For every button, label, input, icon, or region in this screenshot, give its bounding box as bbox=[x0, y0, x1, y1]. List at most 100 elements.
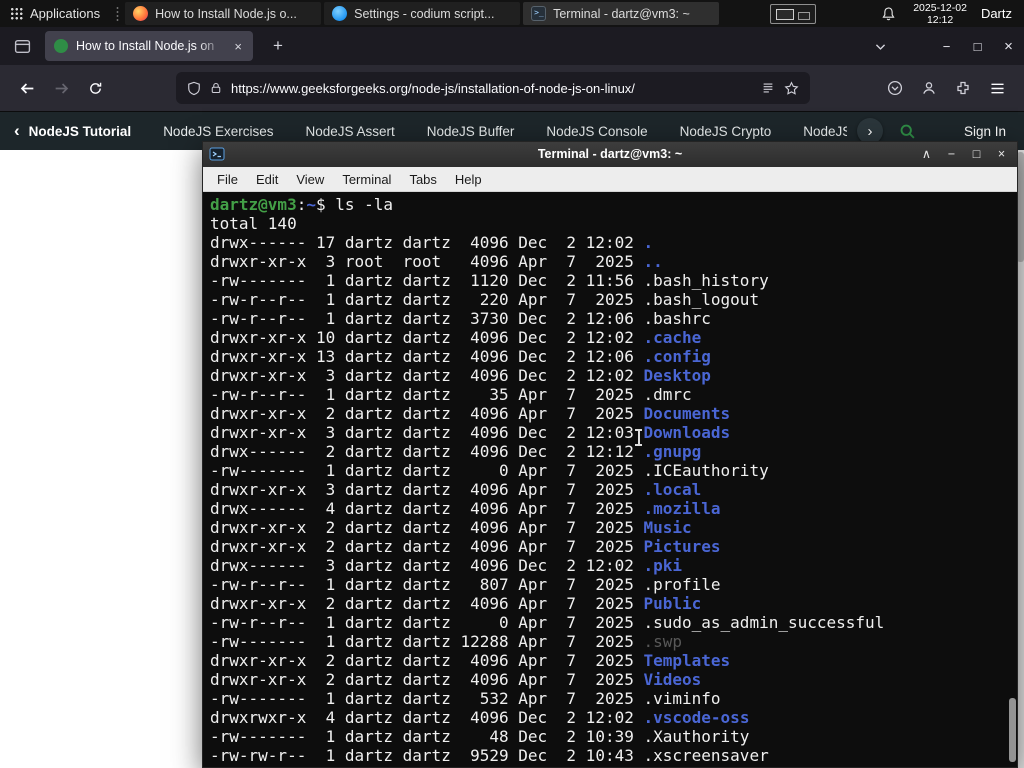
terminal-menu-item[interactable]: File bbox=[208, 167, 247, 192]
firefox-view-button[interactable] bbox=[14, 38, 31, 55]
terminal-text-segment: drwxr-xr-x 2 dartz dartz 4096 Apr 7 2025 bbox=[210, 670, 644, 689]
terminal-text-segment: -rw-r--r-- 1 dartz dartz 35 Apr 7 2025 .… bbox=[210, 385, 692, 404]
terminal-line: drwxr-xr-x 2 dartz dartz 4096 Apr 7 2025… bbox=[210, 518, 1017, 537]
window-close-button[interactable]: × bbox=[993, 38, 1024, 55]
site-nav-item[interactable]: NodeJS Console bbox=[546, 124, 647, 139]
tab-close-button[interactable]: × bbox=[232, 39, 244, 54]
back-button[interactable] bbox=[10, 80, 44, 97]
applications-menu-button[interactable]: Applications bbox=[0, 0, 110, 27]
site-nav-item-tutorial[interactable]: NodeJS Tutorial bbox=[29, 124, 132, 139]
reader-view-icon[interactable] bbox=[761, 81, 775, 95]
terminal-menu-item[interactable]: View bbox=[287, 167, 333, 192]
terminal-text-segment: .pki bbox=[643, 556, 683, 575]
menu-button[interactable] bbox=[980, 82, 1014, 95]
site-nav-item[interactable]: NodeJS Buffer bbox=[427, 124, 515, 139]
terminal-text-segment: Desktop bbox=[643, 366, 711, 385]
panel-handle bbox=[115, 5, 121, 22]
site-nav-item[interactable]: NodeJS Exercises bbox=[163, 124, 273, 139]
list-all-tabs-button[interactable] bbox=[874, 40, 887, 53]
terminal-line: total 140 bbox=[210, 214, 1017, 233]
panel-time: 12:12 bbox=[926, 13, 954, 26]
terminal-output[interactable]: dartz@vm3:~$ ls -la total 140 drwx------ 1… bbox=[210, 195, 1017, 765]
terminal-menu-item[interactable]: Edit bbox=[247, 167, 287, 192]
terminal-text-segment: drwxr-xr-x 2 dartz dartz 4096 Apr 7 2025 bbox=[210, 537, 644, 556]
terminal-text-segment: drwxr-xr-x 10 dartz dartz 4096 Dec 2 12:… bbox=[210, 328, 644, 347]
terminal-line: -rw-r--r-- 1 dartz dartz 35 Apr 7 2025 .… bbox=[210, 385, 1017, 404]
terminal-text-segment: -rw-r--r-- 1 dartz dartz 3730 Dec 2 12:0… bbox=[210, 309, 711, 328]
browser-toolbar: https://www.geeksforgeeks.org/node-js/in… bbox=[0, 65, 1024, 112]
new-tab-button[interactable]: + bbox=[265, 36, 291, 56]
nav-scroll-left-button[interactable]: ‹ bbox=[14, 121, 20, 141]
terminal-text-segment: .vscode-oss bbox=[643, 708, 750, 727]
terminal-close-button[interactable]: × bbox=[989, 142, 1014, 167]
terminal-text-segment: -rw-r--r-- 1 dartz dartz 0 Apr 7 2025 .s… bbox=[210, 613, 885, 632]
taskbar-button-firefox[interactable]: How to Install Node.js o... bbox=[125, 2, 322, 25]
pocket-button[interactable] bbox=[878, 80, 912, 96]
notifications-button[interactable] bbox=[875, 6, 901, 22]
tracking-protection-shield-icon[interactable] bbox=[187, 81, 201, 96]
panel-user-label: Dartz bbox=[980, 6, 1012, 21]
terminal-text-segment: Music bbox=[643, 518, 692, 537]
terminal-window-controls: ∧ − □ × bbox=[914, 142, 1014, 167]
window-maximize-button[interactable]: □ bbox=[962, 39, 993, 54]
terminal-text-segment: .. bbox=[643, 252, 663, 271]
terminal-text-segment: dartz@vm3 bbox=[210, 195, 297, 214]
terminal-line: drwxr-xr-x 3 root root 4096 Apr 7 2025 .… bbox=[210, 252, 1017, 271]
mouse-text-cursor bbox=[634, 429, 643, 446]
terminal-line: drwxr-xr-x 10 dartz dartz 4096 Dec 2 12:… bbox=[210, 328, 1017, 347]
terminal-window: Terminal - dartz@vm3: ~ ∧ − □ × File Edit… bbox=[202, 141, 1018, 768]
terminal-text-segment: drwxr-xr-x 3 dartz dartz 4096 Apr 7 2025 bbox=[210, 480, 644, 499]
lock-icon[interactable] bbox=[210, 81, 222, 95]
terminal-line: drwxr-xr-x 2 dartz dartz 4096 Apr 7 2025… bbox=[210, 404, 1017, 423]
terminal-menu-item[interactable]: Tabs bbox=[400, 167, 445, 192]
terminal-line: -rw-r--r-- 1 dartz dartz 220 Apr 7 2025 … bbox=[210, 290, 1017, 309]
forward-button[interactable] bbox=[44, 80, 78, 97]
terminal-scrollbar[interactable] bbox=[1009, 192, 1016, 767]
page-scrollbar[interactable] bbox=[1017, 150, 1024, 768]
chevron-down-icon bbox=[875, 43, 886, 50]
gfg-favicon-icon bbox=[54, 39, 68, 53]
workspace-switcher[interactable] bbox=[770, 3, 817, 24]
terminal-text-segment: -rw------- 1 dartz dartz 532 Apr 7 2025 … bbox=[210, 689, 721, 708]
account-button[interactable] bbox=[912, 80, 946, 96]
terminal-content[interactable]: dartz@vm3:~$ ls -la total 140 drwx------ 1… bbox=[203, 192, 1017, 767]
bookmark-star-icon[interactable] bbox=[784, 80, 799, 96]
site-nav-item[interactable]: NodeJS Crypto bbox=[680, 124, 772, 139]
back-arrow-icon bbox=[20, 82, 33, 94]
workspace-window-thumb bbox=[798, 11, 811, 20]
terminal-line: -rw------- 1 dartz dartz 532 Apr 7 2025 … bbox=[210, 689, 1017, 708]
extensions-button[interactable] bbox=[946, 80, 980, 96]
terminal-line: -rw-rw-r-- 1 dartz dartz 9529 Dec 2 10:4… bbox=[210, 746, 1017, 765]
terminal-line: -rw------- 1 dartz dartz 0 Apr 7 2025 .I… bbox=[210, 461, 1017, 480]
taskbar-button-label: How to Install Node.js o... bbox=[155, 6, 297, 21]
terminal-menu-item[interactable]: Terminal bbox=[333, 167, 400, 192]
url-bar[interactable]: https://www.geeksforgeeks.org/node-js/in… bbox=[176, 72, 810, 104]
terminal-text-segment: Downloads bbox=[643, 423, 731, 442]
panel-clock[interactable]: 2025-12-02 12:12 bbox=[913, 2, 967, 26]
terminal-minimize-button[interactable]: − bbox=[939, 142, 964, 167]
terminal-text-segment: .cache bbox=[643, 328, 702, 347]
terminal-maximize-button[interactable]: □ bbox=[964, 142, 989, 167]
page-scrollbar-thumb[interactable] bbox=[1017, 152, 1024, 262]
terminal-titlebar[interactable]: Terminal - dartz@vm3: ~ ∧ − □ × bbox=[203, 142, 1017, 167]
terminal-text-segment: drwxr-xr-x 2 dartz dartz 4096 Apr 7 2025 bbox=[210, 594, 644, 613]
reload-button[interactable] bbox=[78, 81, 112, 96]
browser-tab[interactable]: How to Install Node.js on × bbox=[45, 31, 253, 61]
url-text[interactable]: https://www.geeksforgeeks.org/node-js/in… bbox=[231, 81, 752, 96]
taskbar-button-codium[interactable]: Settings - codium script... bbox=[324, 2, 521, 25]
terminal-menu-item[interactable]: Help bbox=[446, 167, 491, 192]
terminal-shade-button[interactable]: ∧ bbox=[914, 142, 939, 167]
terminal-text-segment: -rw------- 1 dartz dartz 0 Apr 7 2025 .I… bbox=[210, 461, 769, 480]
bell-icon bbox=[882, 6, 895, 20]
search-icon bbox=[900, 124, 915, 139]
taskbar-button-terminal[interactable]: Terminal - dartz@vm3: ~ bbox=[523, 2, 720, 25]
terminal-scrollbar-thumb[interactable] bbox=[1009, 698, 1016, 762]
site-nav-item[interactable]: NodeJS Assert bbox=[305, 124, 394, 139]
terminal-text-segment: Public bbox=[643, 594, 702, 613]
sign-in-button[interactable]: Sign In bbox=[964, 124, 1006, 139]
terminal-icon bbox=[531, 6, 547, 21]
terminal-text-segment: .gnupg bbox=[643, 442, 702, 461]
search-button[interactable] bbox=[899, 123, 916, 140]
window-minimize-button[interactable]: − bbox=[931, 39, 962, 54]
terminal-text-segment: -rw------- 1 dartz dartz 48 Dec 2 10:39 … bbox=[210, 727, 750, 746]
